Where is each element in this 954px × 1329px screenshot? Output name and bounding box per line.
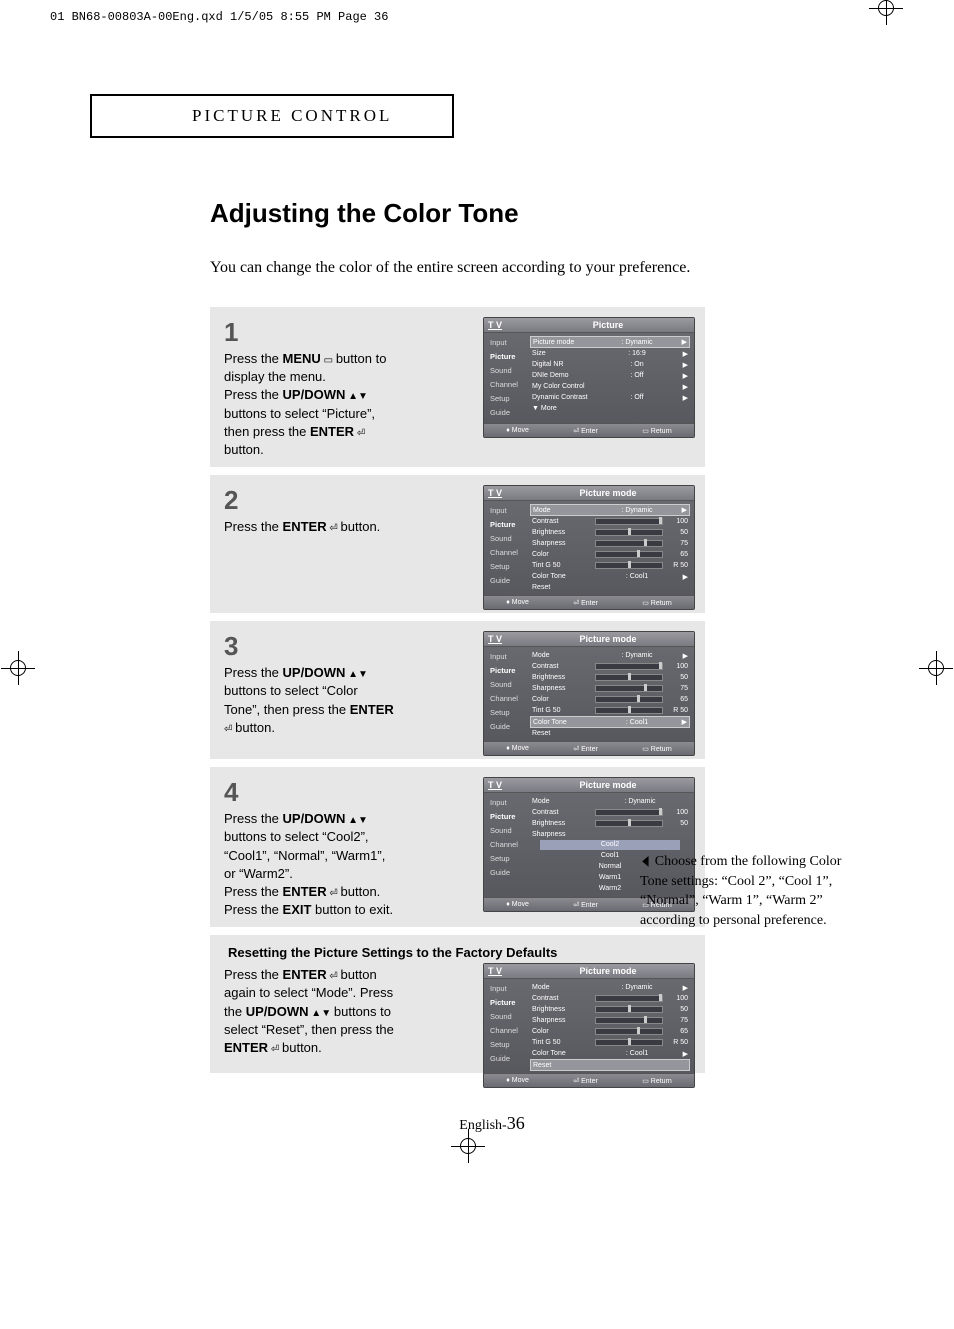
updown-icon: ▲▼	[345, 391, 368, 402]
osd-screenshot-2: T VPicture mode Input Picture Sound Chan…	[483, 485, 695, 610]
updown-icon: ▲▼	[345, 815, 368, 826]
enter-icon: ⏎	[268, 1044, 282, 1055]
step-text: Press the MENU ▭ button to display the m…	[224, 350, 394, 459]
updown-icon: ▲▼	[345, 669, 368, 680]
print-header: 01 BN68-00803A-00Eng.qxd 1/5/05 8:55 PM …	[0, 10, 954, 24]
enter-icon: ⏎	[354, 428, 365, 439]
step-text: Press the UP/DOWN ▲▼ buttons to select “…	[224, 810, 394, 919]
step-2: 2 Press the ENTER ⏎ button. T VPicture m…	[210, 475, 705, 613]
updown-icon: ▲▼	[309, 1008, 334, 1019]
step-text: Press the ENTER ⏎ button again to select…	[224, 966, 394, 1057]
step-1: 1 Press the MENU ▭ button to display the…	[210, 307, 705, 467]
step-text: Press the ENTER ⏎ button.	[224, 518, 394, 536]
crop-mark-icon	[460, 1138, 476, 1154]
page-footer: English-36	[90, 1113, 894, 1134]
side-note: ◀Choose from the following Color Tone se…	[640, 852, 860, 930]
triangle-left-icon: ◀	[642, 852, 648, 872]
steps-container: 1 Press the MENU ▭ button to display the…	[210, 307, 705, 1073]
step-text: Press the UP/DOWN ▲▼ buttons to select “…	[224, 664, 394, 737]
intro-paragraph: You can change the color of the entire s…	[210, 259, 894, 277]
step-4: 4 Press the UP/DOWN ▲▼ buttons to select…	[210, 767, 705, 927]
menu-icon: ▭	[321, 355, 336, 366]
step-reset: Resetting the Picture Settings to the Fa…	[210, 935, 705, 1073]
osd-screenshot-5: T VPicture mode Input Picture Sound Chan…	[483, 963, 695, 1088]
enter-icon: ⏎	[327, 888, 341, 899]
crop-mark-icon	[878, 0, 894, 16]
osd-screenshot-1: T VPicture Input Picture Sound Channel S…	[483, 317, 695, 438]
step-3: 3 Press the UP/DOWN ▲▼ buttons to select…	[210, 621, 705, 759]
section-header: PICTURE CONTROL	[90, 94, 454, 138]
enter-icon: ⏎	[327, 971, 341, 982]
enter-icon: ⏎	[327, 523, 341, 534]
osd-screenshot-3: T VPicture mode Input Picture Sound Chan…	[483, 631, 695, 756]
page-title: Adjusting the Color Tone	[210, 198, 894, 229]
enter-icon: ⏎	[224, 724, 235, 735]
reset-subtitle: Resetting the Picture Settings to the Fa…	[228, 945, 695, 960]
